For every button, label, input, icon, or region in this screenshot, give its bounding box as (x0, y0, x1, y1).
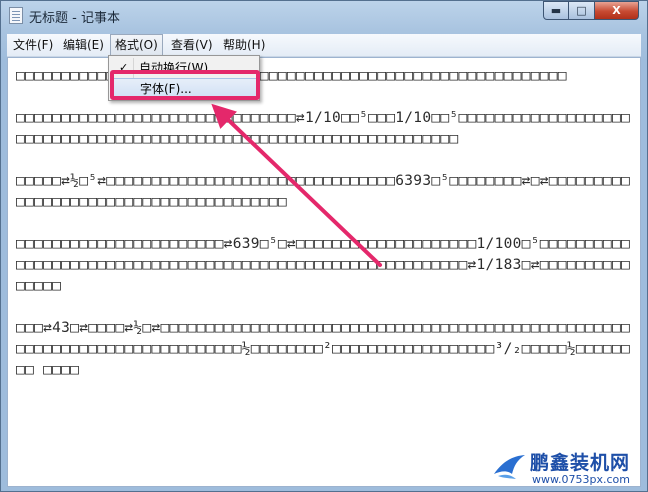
watermark-site-name: 鹏鑫装机网 (530, 452, 631, 474)
pointer-arrow-icon (211, 103, 382, 267)
watermark-url: www.0753px.com (532, 473, 630, 486)
bird-logo-icon (494, 455, 525, 479)
site-watermark: 鹏鑫装机网 www.0753px.com (492, 448, 642, 490)
